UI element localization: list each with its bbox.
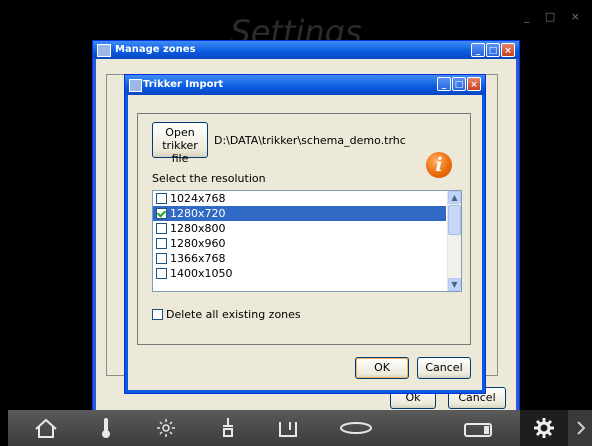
- settings-tab[interactable]: [520, 410, 568, 446]
- resolution-label: Select the resolution: [152, 172, 266, 185]
- open-trikker-file-button[interactable]: Open trikker file: [152, 122, 208, 165]
- ok-button[interactable]: OK: [355, 357, 409, 379]
- oval-icon[interactable]: [338, 416, 374, 440]
- delete-zones-label: Delete all existing zones: [166, 308, 301, 321]
- trikker-import-titlebar[interactable]: Trikker Import _ □ ×: [125, 75, 485, 95]
- open-button-line1: Open: [165, 126, 195, 139]
- list-item[interactable]: 1280x720: [153, 206, 446, 221]
- trikker-import-title: Trikker Import: [143, 79, 224, 90]
- file-path: D:\DATA\trikker\schema_demo.trhc: [214, 134, 406, 147]
- temperature-icon[interactable]: [92, 416, 120, 440]
- maximize-icon[interactable]: □: [486, 43, 500, 57]
- checkbox[interactable]: [156, 237, 167, 249]
- resolution-label: 1400x1050: [170, 267, 233, 280]
- close-icon[interactable]: ×: [501, 43, 515, 57]
- list-item[interactable]: 1280x960: [153, 236, 446, 251]
- manage-zones-titlebar[interactable]: Manage zones _ □ ×: [93, 41, 519, 59]
- delete-zones-option[interactable]: Delete all existing zones: [152, 308, 301, 321]
- next-page-button[interactable]: [568, 410, 592, 446]
- cancel-button[interactable]: Cancel: [417, 357, 471, 379]
- minimize-icon[interactable]: _: [471, 43, 485, 57]
- checkbox[interactable]: [156, 222, 167, 234]
- list-item[interactable]: 1024x768: [153, 191, 446, 206]
- scroll-thumb[interactable]: [448, 205, 461, 235]
- door-icon[interactable]: [274, 416, 302, 440]
- checkbox[interactable]: [156, 192, 167, 204]
- checkbox[interactable]: [156, 252, 167, 264]
- info-icon: i: [426, 152, 452, 178]
- minimize-icon[interactable]: _: [437, 77, 451, 91]
- settings-title: Settings: [230, 13, 362, 44]
- import-panel: Open trikker file D:\DATA\trikker\schema…: [137, 113, 471, 345]
- checkbox[interactable]: [156, 267, 167, 279]
- trikker-import-dialog: Trikker Import _ □ × Open trikker file D:\…: [124, 74, 486, 394]
- light-icon[interactable]: [152, 416, 180, 440]
- checkbox[interactable]: [156, 207, 167, 219]
- list-item[interactable]: 1366x768: [153, 251, 446, 266]
- resolution-label: 1280x800: [170, 222, 226, 235]
- gear-icon: [534, 418, 554, 438]
- scroll-up-icon[interactable]: ▲: [448, 191, 461, 204]
- delete-zones-checkbox[interactable]: [152, 308, 163, 320]
- resolution-list[interactable]: 1024x768 1280x720 1280x800 1280x960 1366…: [152, 190, 462, 292]
- resolution-label: 1366x768: [170, 252, 226, 265]
- resolution-label: 1024x768: [170, 192, 226, 205]
- close-icon[interactable]: ×: [467, 77, 481, 91]
- chevron-right-icon: [577, 421, 586, 435]
- resolution-label: 1280x720: [170, 207, 226, 220]
- bottom-toolbar: [8, 410, 592, 446]
- list-item[interactable]: 1280x800: [153, 221, 446, 236]
- resolution-label: 1280x960: [170, 237, 226, 250]
- scroll-down-icon[interactable]: ▼: [448, 278, 461, 291]
- window-controls[interactable]: _ □ ×: [524, 10, 586, 23]
- list-scrollbar[interactable]: ▲ ▼: [447, 191, 461, 291]
- list-item[interactable]: 1400x1050: [153, 266, 446, 281]
- app-icon: [97, 44, 111, 57]
- open-button-line2: trikker file: [162, 139, 198, 165]
- manage-zones-title: Manage zones: [115, 44, 196, 55]
- app-icon: [129, 79, 142, 92]
- blind-icon[interactable]: [214, 416, 242, 440]
- home-icon[interactable]: [32, 416, 60, 440]
- screen-icon[interactable]: [462, 416, 496, 440]
- maximize-icon[interactable]: □: [452, 77, 466, 91]
